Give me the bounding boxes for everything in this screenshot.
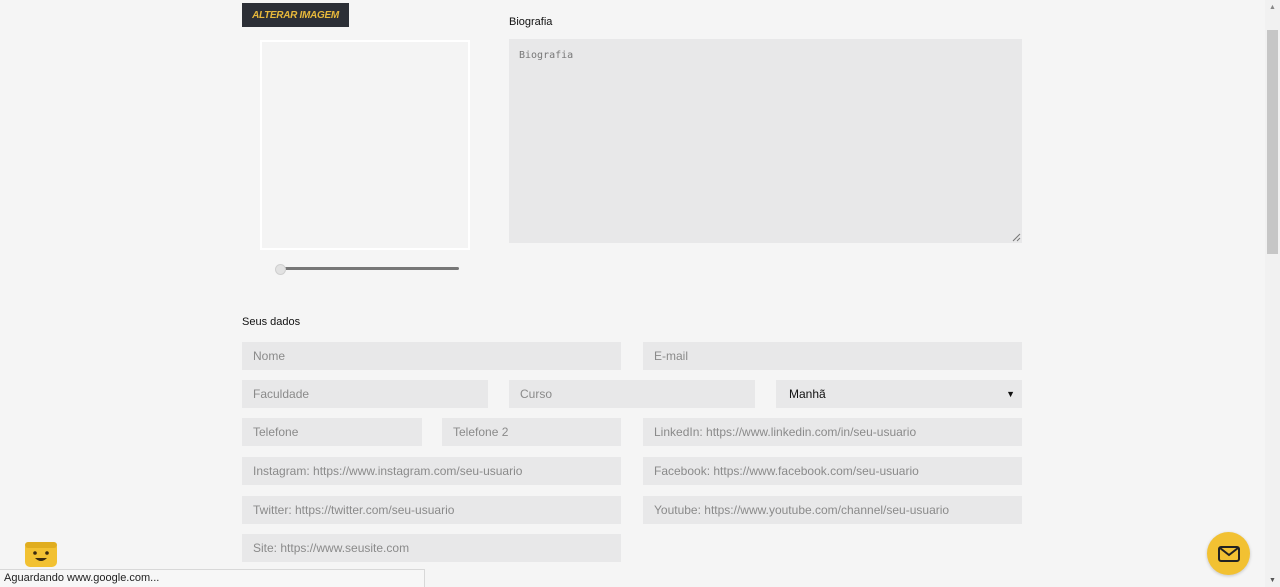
college-input[interactable]	[242, 380, 488, 408]
facebook-input[interactable]	[643, 457, 1022, 485]
phone-input[interactable]	[242, 418, 422, 446]
zoom-slider-thumb[interactable]	[275, 264, 286, 275]
dropdown-arrow-icon: ▼	[1006, 389, 1015, 399]
change-image-button[interactable]: ALTERAR IMAGEM	[242, 3, 349, 27]
youtube-input[interactable]	[643, 496, 1022, 524]
instagram-input[interactable]	[242, 457, 621, 485]
phone2-input[interactable]	[442, 418, 621, 446]
scroll-down-icon[interactable]: ▼	[1265, 573, 1280, 587]
shift-select[interactable]: Manhã ▼	[776, 380, 1022, 408]
linkedin-input[interactable]	[643, 418, 1022, 446]
course-input[interactable]	[509, 380, 755, 408]
browser-status-bar: Aguardando www.google.com...	[0, 569, 425, 587]
email-input[interactable]	[643, 342, 1022, 370]
name-input[interactable]	[242, 342, 621, 370]
bio-textarea[interactable]	[509, 39, 1022, 243]
site-input[interactable]	[242, 534, 621, 562]
resize-grip-icon[interactable]	[1012, 233, 1021, 242]
bio-label: Biografia	[509, 16, 553, 28]
scroll-up-icon[interactable]: ▲	[1265, 0, 1280, 14]
contact-mail-button[interactable]	[1207, 532, 1250, 575]
twitter-input[interactable]	[242, 496, 621, 524]
shift-select-value: Manhã	[789, 387, 826, 401]
zoom-slider-track[interactable]	[276, 267, 459, 270]
mail-icon	[1217, 545, 1240, 562]
data-section-label: Seus dados	[242, 316, 301, 328]
profile-image-preview	[260, 40, 470, 250]
scrollbar-thumb[interactable]	[1267, 30, 1278, 254]
mascot-icon[interactable]	[22, 537, 60, 569]
